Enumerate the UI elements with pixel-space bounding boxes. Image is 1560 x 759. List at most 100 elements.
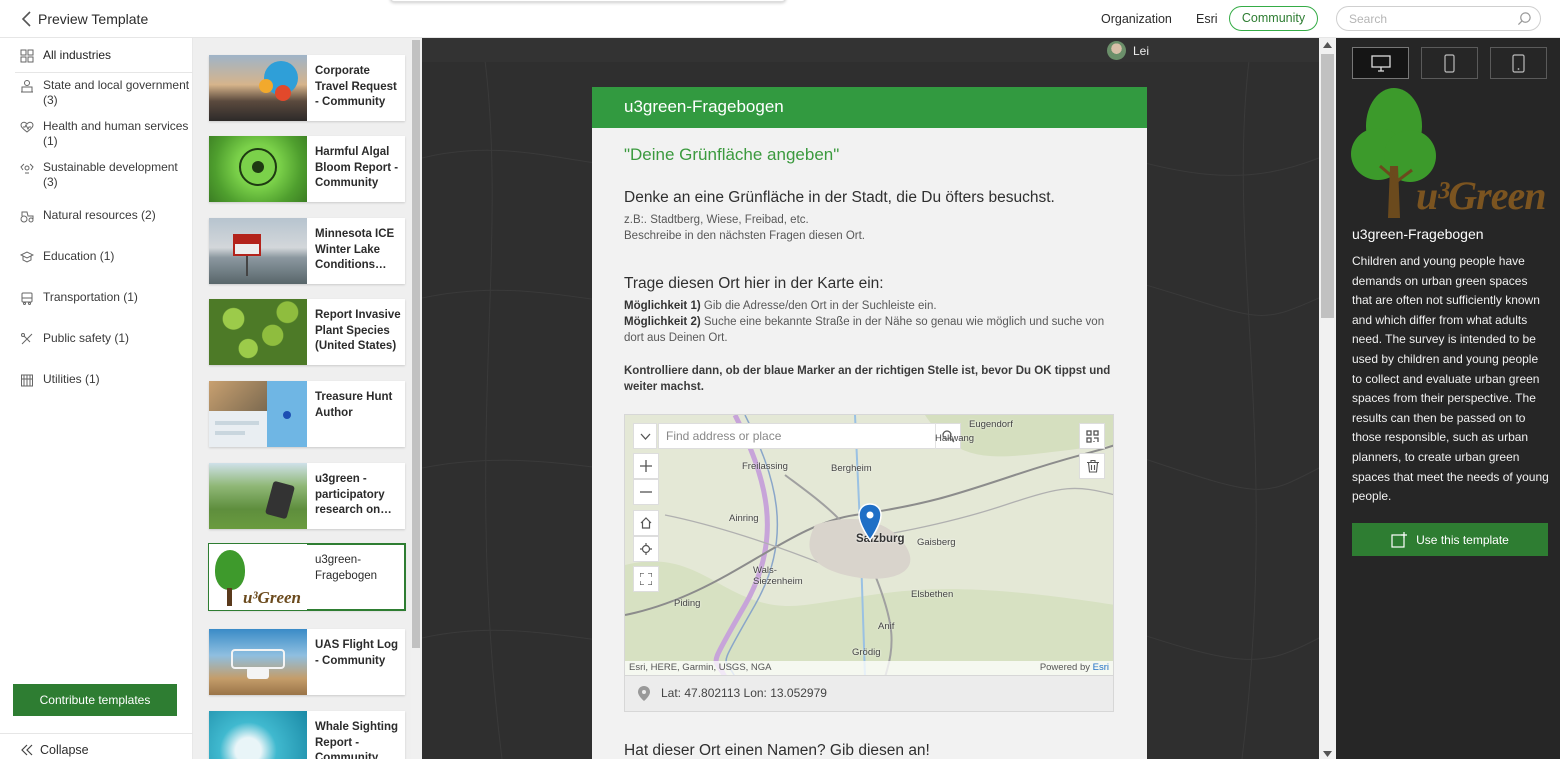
industry-education[interactable]: Education (1) xyxy=(20,249,190,264)
template-card[interactable]: u3green - participatory research on… xyxy=(209,463,405,529)
esri-link[interactable]: Esri xyxy=(1093,662,1109,673)
collapse-button[interactable]: Collapse xyxy=(20,743,89,757)
industry-label: Health and human services (1) xyxy=(43,119,189,148)
collapse-label: Collapse xyxy=(40,743,89,757)
nav-organization[interactable]: Organization xyxy=(1101,12,1172,26)
fullscreen-button[interactable] xyxy=(633,566,659,592)
template-card[interactable]: Report Invasive Plant Species (United St… xyxy=(209,299,405,365)
search-icon[interactable] xyxy=(1517,11,1532,26)
industry-label: Public safety (1) xyxy=(43,331,130,345)
map-search-source-dropdown[interactable] xyxy=(633,423,657,449)
template-name: Whale Sighting Report - Community xyxy=(315,721,399,759)
preview-scroll-thumb[interactable] xyxy=(1321,54,1334,318)
shield-icon xyxy=(21,333,33,345)
qr-code-button[interactable] xyxy=(1079,423,1105,449)
zoom-out-button[interactable] xyxy=(633,479,659,505)
template-name: u3green-Fragebogen xyxy=(315,554,378,582)
device-desktop-button[interactable] xyxy=(1352,47,1409,79)
scroll-down-arrow-icon[interactable] xyxy=(1322,750,1333,758)
industry-sustainable[interactable]: Sustainable development (3) xyxy=(20,160,190,190)
user-name: Lei xyxy=(1133,43,1150,58)
industry-label: State and local government (3) xyxy=(43,78,190,107)
divider xyxy=(15,72,193,73)
hint-line: z.B:. Stadtberg, Wiese, Freibad, etc. xyxy=(624,214,809,226)
template-logo-text: u³Green xyxy=(243,588,301,607)
use-template-button[interactable]: Use this template xyxy=(1352,523,1548,556)
map-marker-icon[interactable] xyxy=(858,503,882,541)
phone-icon xyxy=(1444,54,1455,73)
delete-button[interactable] xyxy=(1079,453,1105,479)
locate-button[interactable] xyxy=(633,536,659,562)
survey-form: u3green-Fragebogen "Deine Grünfläche ang… xyxy=(592,87,1147,759)
page-title: Preview Template xyxy=(38,11,149,27)
industry-transportation[interactable]: Transportation (1) xyxy=(20,290,190,305)
question-heading: Hat dieser Ort einen Namen? Gib diesen a… xyxy=(624,742,930,759)
device-phone-button[interactable] xyxy=(1421,47,1478,79)
industry-health[interactable]: Health and human services (1) xyxy=(20,119,190,149)
template-name: Minnesota ICE Winter Lake Conditions… xyxy=(315,228,395,271)
back-arrow-icon[interactable] xyxy=(18,10,36,28)
user-menu[interactable]: Lei xyxy=(1107,41,1149,60)
double-chevron-left-icon xyxy=(21,744,33,756)
question-hint: z.B:. Stadtberg, Wiese, Freibad, etc. Be… xyxy=(624,212,1119,244)
map-place-label: Piding xyxy=(674,598,701,609)
industry-natural-resources[interactable]: Natural resources (2) xyxy=(20,208,190,223)
question-heading: Denke an eine Grünfläche in der Stadt, d… xyxy=(624,189,1055,206)
contribute-templates-button[interactable]: Contribute templates xyxy=(13,684,177,716)
nav-community[interactable]: Community xyxy=(1229,6,1318,31)
grid-icon xyxy=(20,49,34,63)
template-title: u3green-Fragebogen xyxy=(1352,226,1484,242)
avatar xyxy=(1107,41,1126,60)
minus-icon xyxy=(640,491,652,493)
template-card[interactable]: Harmful Algal Bloom Report - Community xyxy=(209,136,405,202)
map-place-label: Wals-Siezenheim xyxy=(753,565,803,587)
device-tablet-button[interactable] xyxy=(1490,47,1547,79)
template-name: Report Invasive Plant Species (United St… xyxy=(315,309,401,352)
coordinate-readout: Lat: 47.802113 Lon: 13.052979 xyxy=(624,676,1114,712)
tablet-icon xyxy=(1512,54,1525,73)
map-search-input[interactable]: Find address or place xyxy=(658,423,958,449)
option-label: Möglichkeit 2) xyxy=(624,316,701,328)
mortarboard-icon xyxy=(20,251,34,263)
industry-label: Sustainable development (3) xyxy=(43,160,178,189)
template-card[interactable]: Corporate Travel Request - Community xyxy=(209,55,405,121)
industry-utilities[interactable]: Utilities (1) xyxy=(20,372,190,387)
template-thumbnail xyxy=(209,711,307,759)
industry-label: All industries xyxy=(43,48,112,62)
map-pin-icon xyxy=(638,686,650,701)
question-hint: Möglichkeit 1) Gib die Adresse/den Ort i… xyxy=(624,298,1119,346)
trash-icon xyxy=(1087,460,1099,473)
desktop-icon xyxy=(1371,55,1391,72)
bus-icon xyxy=(21,292,33,305)
industry-public-safety[interactable]: Public safety (1) xyxy=(20,331,190,346)
scroll-up-arrow-icon[interactable] xyxy=(1322,41,1333,49)
industry-state-local[interactable]: State and local government (3) xyxy=(20,78,190,108)
template-thumbnail: u³Green xyxy=(209,544,307,610)
map-place-label: Hallwang xyxy=(935,433,975,444)
template-thumbnail xyxy=(209,463,307,529)
map-place-label: Gaisberg xyxy=(917,537,956,548)
template-card[interactable]: Treasure Hunt Author xyxy=(209,381,405,447)
add-template-icon xyxy=(1391,531,1408,548)
industry-all[interactable]: All industries xyxy=(20,48,190,63)
home-button[interactable] xyxy=(633,510,659,536)
plus-icon xyxy=(640,460,652,472)
template-card[interactable]: Whale Sighting Report - Community xyxy=(209,711,405,759)
template-card[interactable]: Minnesota ICE Winter Lake Conditions… xyxy=(209,218,405,284)
template-thumbnail xyxy=(209,381,307,447)
template-name: u3green - participatory research on… xyxy=(315,473,392,516)
template-thumbnail xyxy=(209,55,307,121)
template-card[interactable]: UAS Flight Log - Community xyxy=(209,629,405,695)
locate-icon xyxy=(640,543,652,555)
tractor-icon xyxy=(20,211,34,223)
option-label: Möglichkeit 1) xyxy=(624,300,701,312)
industry-label: Natural resources (2) xyxy=(43,208,156,222)
template-list-scroll-thumb[interactable] xyxy=(412,40,420,648)
map-widget[interactable]: Find address or place Freilassing Berghe… xyxy=(624,414,1114,676)
search-input[interactable]: Search xyxy=(1336,6,1541,31)
chevron-down-icon xyxy=(640,433,651,440)
zoom-in-button[interactable] xyxy=(633,453,659,479)
template-card-selected[interactable]: u³Green u3green-Fragebogen xyxy=(208,543,406,611)
nav-esri[interactable]: Esri xyxy=(1196,12,1218,26)
template-name: Corporate Travel Request - Community xyxy=(315,65,397,108)
